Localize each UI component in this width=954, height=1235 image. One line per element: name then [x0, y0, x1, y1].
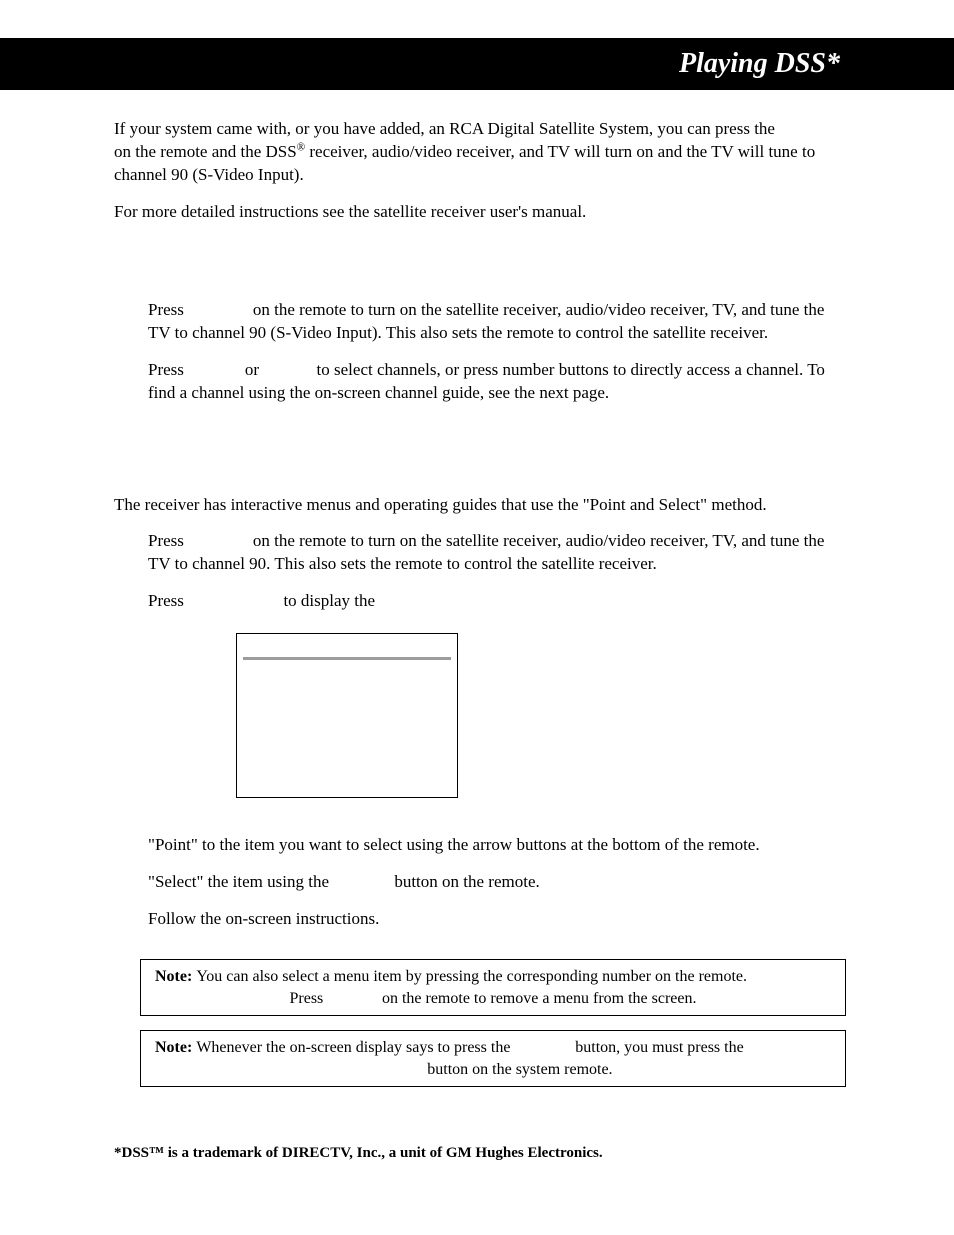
- btn-chan-plus: CHAN+: [188, 363, 240, 379]
- step-1: Press DSS/SAT on the remote to turn on t…: [114, 299, 846, 359]
- text: If your system came with, or you have ad…: [114, 119, 779, 138]
- note-label: Note:: [155, 968, 196, 985]
- trademark-note: *DSS™ is a trademark of DIRECTV, Inc., a…: [114, 1143, 846, 1163]
- btn-dss-sat: DSS/SAT: [188, 534, 248, 550]
- steps-list-1: Press DSS/SAT on the remote to turn on t…: [114, 299, 846, 419]
- text: on the remote and the DSS: [114, 142, 297, 161]
- page-body: If your system came with, or you have ad…: [0, 90, 954, 1164]
- btn-enter: ENTER: [373, 1062, 423, 1078]
- registered-mark: ®: [297, 141, 305, 153]
- btn-select: SELECT: [333, 875, 390, 891]
- note-box-1: Note: You can also select a menu item by…: [140, 959, 846, 1016]
- step-2: Press MENU/PROG to display the Main Menu…: [114, 590, 846, 834]
- note-box-2: Note: Whenever the on-screen display say…: [140, 1030, 846, 1087]
- btn-select: SELECT: [514, 1040, 571, 1056]
- step-4: "Select" the item using the SELECT butto…: [114, 871, 846, 908]
- text: to display the: [279, 591, 379, 610]
- text: Press: [148, 591, 188, 610]
- menu-item: 6 Options: [265, 751, 445, 768]
- text: You can also select a menu item by press…: [196, 968, 747, 985]
- menu-item: 1 Program Guide: [265, 666, 445, 683]
- btn-dss-sat: DSS/SAT: [779, 122, 839, 138]
- step-1: Press DSS/SAT on the remote to turn on t…: [114, 530, 846, 590]
- menu-title: MAIN MENU: [237, 634, 457, 655]
- text: Press: [290, 990, 328, 1007]
- btn-menu-prog: MENU/PROG: [188, 594, 279, 610]
- page-number: 37: [0, 1168, 954, 1190]
- note-label: Note:: [155, 1039, 196, 1056]
- section-title-1: To Watch a DSS Broadcast: [114, 258, 846, 285]
- text: or: [241, 360, 264, 379]
- text: Press: [148, 531, 188, 550]
- btn-dss-sat: DSS/SAT: [188, 303, 248, 319]
- page-header: Playing DSS*: [0, 38, 954, 90]
- steps-list-2: Press DSS/SAT on the remote to turn on t…: [114, 530, 846, 945]
- intro-para-1: If your system came with, or you have ad…: [114, 118, 846, 187]
- intro-para-2: For more detailed instructions see the s…: [114, 201, 846, 224]
- menu-item: 4 Mailbox: [265, 717, 445, 734]
- step-2: Press CHAN+ or CHAN- to select channels,…: [114, 359, 846, 419]
- section2-lead: The receiver has interactive menus and o…: [114, 494, 846, 517]
- menu-item: 5 Alternate Audio: [265, 734, 445, 751]
- text: on the remote to remove a menu from the …: [378, 990, 697, 1007]
- text: button, you must press the: [571, 1039, 743, 1056]
- text: button on the remote.: [390, 872, 540, 891]
- step-3: "Point" to the item you want to select u…: [114, 834, 846, 871]
- btn-chan-minus: CHAN-: [263, 363, 312, 379]
- main-menu-illustration: MAIN MENU 1 Program Guide 2 Attractions …: [236, 633, 458, 798]
- menu-divider: [243, 657, 451, 660]
- text: Press: [148, 360, 188, 379]
- text: "Select" the item using the: [148, 872, 333, 891]
- menu-items: 1 Program Guide 2 Attractions 3 MultiCha…: [237, 664, 457, 774]
- header-title: Playing DSS*: [679, 45, 840, 83]
- step-5: Follow the on-screen instructions.: [114, 908, 846, 945]
- main-menu-label: Main Menu.: [379, 591, 462, 610]
- text: button on the system remote.: [423, 1061, 612, 1078]
- menu-done: Done: [237, 774, 457, 797]
- text: on the remote to turn on the satellite r…: [148, 300, 824, 342]
- menu-item: 3 MultiChannel Guide: [265, 700, 445, 717]
- text: on the remote to turn on the satellite r…: [148, 531, 824, 573]
- menu-item: 2 Attractions: [265, 683, 445, 700]
- text: Whenever the on-screen display says to p…: [196, 1039, 514, 1056]
- section-title-2: The "Point and Select" Method: [114, 453, 846, 480]
- text: Press: [148, 300, 188, 319]
- btn-clear: CLEAR: [327, 991, 378, 1007]
